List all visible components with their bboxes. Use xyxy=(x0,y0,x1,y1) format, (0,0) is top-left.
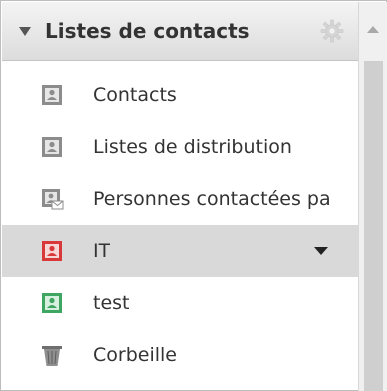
contact-card-icon xyxy=(42,293,62,313)
scroll-up-icon[interactable] xyxy=(367,26,379,33)
list-item-distribution-lists[interactable]: Listes de distribution xyxy=(2,121,358,173)
list-item-label: Corbeille xyxy=(93,344,177,366)
collapse-arrow-icon[interactable] xyxy=(19,26,31,36)
list-item-label: Listes de distribution xyxy=(93,136,292,158)
list-item-test[interactable]: test xyxy=(2,277,358,329)
trash-icon xyxy=(42,346,62,366)
panel-title: Listes de contacts xyxy=(45,19,250,43)
contact-card-mail-icon xyxy=(42,189,64,210)
list-item-label: test xyxy=(93,292,130,314)
list-item-it[interactable]: IT xyxy=(2,225,358,277)
list-item-label: Personnes contactées pa xyxy=(93,188,331,210)
vertical-scrollbar[interactable] xyxy=(358,2,387,391)
list-item-contacted-people[interactable]: Personnes contactées pa xyxy=(2,173,358,225)
contact-card-icon xyxy=(42,137,62,157)
contact-card-icon xyxy=(42,85,62,105)
panel-header[interactable]: Listes de contacts xyxy=(2,2,358,61)
contact-lists-panel: Listes de contacts Contacts Listes de di… xyxy=(0,0,387,391)
chevron-down-icon[interactable] xyxy=(314,247,328,255)
list-item-label: Contacts xyxy=(93,84,177,106)
scrollbar-thumb[interactable] xyxy=(364,61,383,391)
list-item-contacts[interactable]: Contacts xyxy=(2,69,358,121)
contact-card-icon xyxy=(42,241,62,261)
list-item-label: IT xyxy=(93,240,111,262)
gear-icon[interactable] xyxy=(320,19,344,43)
contact-list: Contacts Listes de distribution Personne… xyxy=(2,69,358,381)
list-item-trash[interactable]: Corbeille xyxy=(2,329,358,381)
